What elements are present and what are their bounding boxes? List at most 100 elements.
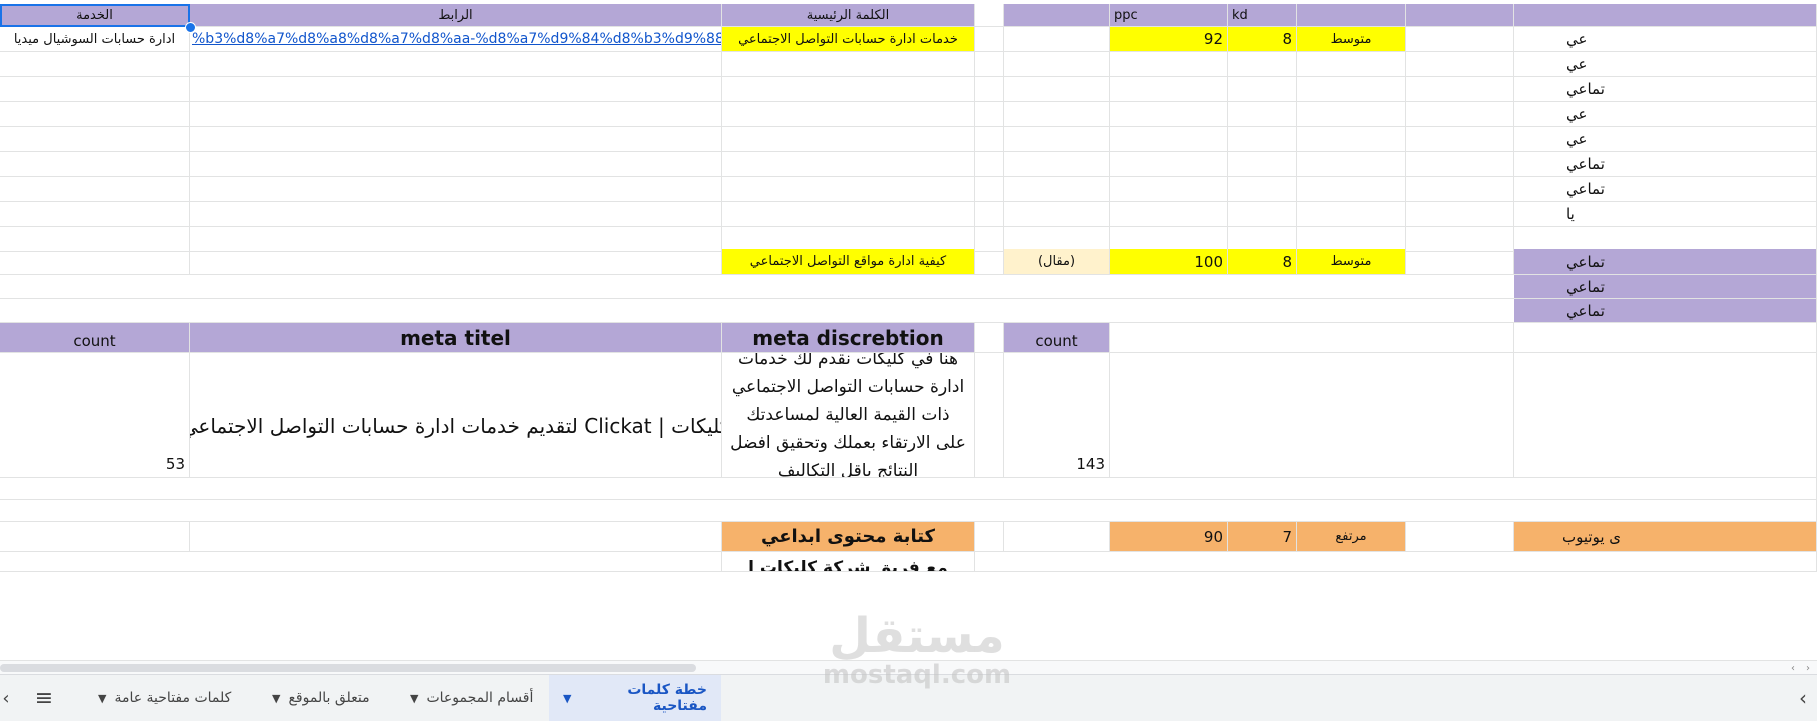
empty-cell[interactable] bbox=[1514, 353, 1817, 478]
edge-text-cell[interactable]: يا bbox=[1514, 202, 1817, 227]
empty-cell[interactable] bbox=[1297, 52, 1406, 77]
empty-cell[interactable] bbox=[722, 102, 975, 127]
empty-cell[interactable] bbox=[722, 152, 975, 177]
kd-cell[interactable]: 8 bbox=[1228, 27, 1297, 52]
service-cell[interactable]: ادارة حسابات السوشيال ميديا bbox=[0, 27, 190, 52]
empty-cell[interactable] bbox=[975, 4, 1004, 27]
empty-cell[interactable] bbox=[190, 522, 722, 552]
spreadsheet-grid[interactable]: الخدمة الرابط الكلمة الرئيسية ppc kd ادا… bbox=[0, 0, 1817, 662]
empty-cell[interactable] bbox=[975, 522, 1004, 552]
meta-description-cell[interactable]: هنا في كليكات نقدم لك خدمات ادارة حسابات… bbox=[722, 353, 975, 478]
tab-general-keywords[interactable]: كلمات مفتاحية عامة ▼ bbox=[84, 675, 245, 721]
empty-cell[interactable] bbox=[190, 177, 722, 202]
empty-cell[interactable] bbox=[975, 552, 1817, 572]
empty-cell[interactable] bbox=[722, 202, 975, 227]
edge-text-cell[interactable]: عي bbox=[1514, 127, 1817, 152]
empty-cell[interactable] bbox=[1228, 202, 1297, 227]
empty-cell[interactable] bbox=[1004, 27, 1110, 52]
empty-cell[interactable] bbox=[190, 152, 722, 177]
header-ppc[interactable]: ppc bbox=[1110, 4, 1228, 27]
empty-cell[interactable] bbox=[1004, 152, 1110, 177]
empty-cell[interactable] bbox=[1110, 353, 1514, 478]
empty-cell[interactable] bbox=[1110, 202, 1228, 227]
empty-cell[interactable] bbox=[1297, 102, 1406, 127]
header-blank-3[interactable] bbox=[1406, 4, 1514, 27]
ppc-cell-3[interactable]: 90 bbox=[1110, 522, 1228, 552]
header-service[interactable]: الخدمة bbox=[0, 4, 190, 27]
empty-cell[interactable] bbox=[0, 249, 190, 275]
empty-cell[interactable] bbox=[0, 552, 722, 572]
empty-cell[interactable] bbox=[1110, 323, 1514, 353]
meta-description-count[interactable]: 143 bbox=[1004, 353, 1110, 478]
meta-count-header[interactable]: count bbox=[0, 323, 190, 353]
empty-cell[interactable] bbox=[1110, 77, 1228, 102]
empty-cell[interactable] bbox=[0, 177, 190, 202]
empty-cell[interactable] bbox=[1406, 152, 1514, 177]
empty-cell[interactable] bbox=[1228, 77, 1297, 102]
empty-cell[interactable] bbox=[0, 102, 190, 127]
empty-cell[interactable] bbox=[1004, 102, 1110, 127]
empty-cell[interactable] bbox=[722, 77, 975, 102]
empty-cell[interactable] bbox=[975, 323, 1004, 353]
empty-cell[interactable] bbox=[1514, 323, 1817, 353]
empty-cell[interactable] bbox=[190, 202, 722, 227]
empty-cell[interactable] bbox=[1228, 127, 1297, 152]
level-cell[interactable]: متوسط bbox=[1297, 27, 1406, 52]
empty-cell[interactable] bbox=[975, 202, 1004, 227]
empty-cell[interactable] bbox=[1406, 52, 1514, 77]
empty-cell[interactable] bbox=[722, 127, 975, 152]
caret-down-icon[interactable]: ▼ bbox=[410, 692, 418, 705]
empty-cell[interactable] bbox=[975, 177, 1004, 202]
level-cell-2[interactable]: متوسط bbox=[1297, 249, 1406, 275]
empty-cell[interactable] bbox=[1406, 522, 1514, 552]
empty-cell[interactable] bbox=[1297, 127, 1406, 152]
empty-cell[interactable] bbox=[1004, 52, 1110, 77]
caret-down-icon[interactable]: ▼ bbox=[563, 692, 571, 705]
scrollbar-thumb[interactable] bbox=[0, 664, 696, 672]
edge-text-cell[interactable]: تماعي bbox=[1514, 275, 1817, 299]
meta-description-header[interactable]: meta discrebtion bbox=[722, 323, 975, 353]
empty-cell[interactable] bbox=[0, 202, 190, 227]
kd-cell-3[interactable]: 7 bbox=[1228, 522, 1297, 552]
empty-cell[interactable] bbox=[975, 102, 1004, 127]
empty-cell[interactable] bbox=[1228, 102, 1297, 127]
header-blank-4[interactable] bbox=[1514, 4, 1817, 27]
empty-row[interactable] bbox=[0, 299, 1514, 323]
empty-cell[interactable] bbox=[1297, 152, 1406, 177]
edge-text-cell[interactable]: تماعي bbox=[1514, 299, 1817, 323]
type-cell[interactable]: (مقال) bbox=[1004, 249, 1110, 275]
link-cell[interactable]: %b3%d8%a7%d8%a8%d8%a7%d8%aa-%d8%a7%d9%84… bbox=[190, 27, 722, 52]
empty-cell[interactable] bbox=[190, 102, 722, 127]
content-partial-cell[interactable]: مع فريق شركة كليكات ا bbox=[722, 552, 975, 572]
edge-text-cell[interactable]: عي bbox=[1514, 27, 1817, 52]
empty-cell[interactable] bbox=[190, 249, 722, 275]
empty-cell[interactable] bbox=[975, 249, 1004, 275]
empty-cell[interactable] bbox=[1004, 522, 1110, 552]
empty-cell[interactable] bbox=[190, 52, 722, 77]
header-kd[interactable]: kd bbox=[1228, 4, 1297, 27]
empty-cell[interactable] bbox=[1406, 249, 1514, 275]
meta-title-header[interactable]: meta titel bbox=[190, 323, 722, 353]
empty-cell[interactable] bbox=[1228, 52, 1297, 77]
empty-cell[interactable] bbox=[0, 77, 190, 102]
empty-cell[interactable] bbox=[975, 77, 1004, 102]
scroll-left-icon[interactable]: ‹ bbox=[1786, 661, 1800, 675]
empty-cell[interactable] bbox=[190, 77, 722, 102]
edge-text-cell[interactable]: ى يوتيوب bbox=[1514, 522, 1817, 552]
header-main-keyword[interactable]: الكلمة الرئيسية bbox=[722, 4, 975, 27]
empty-cell[interactable] bbox=[1406, 77, 1514, 102]
empty-cell[interactable] bbox=[1406, 27, 1514, 52]
empty-cell[interactable] bbox=[1110, 127, 1228, 152]
empty-cell[interactable] bbox=[0, 522, 190, 552]
kd-cell-2[interactable]: 8 bbox=[1228, 249, 1297, 275]
tab-site-related[interactable]: متعلق بالموقع ▼ bbox=[258, 675, 384, 721]
empty-cell[interactable] bbox=[1297, 77, 1406, 102]
empty-cell[interactable] bbox=[1110, 177, 1228, 202]
empty-cell[interactable] bbox=[1406, 127, 1514, 152]
edge-text-cell[interactable]: عي bbox=[1514, 52, 1817, 77]
tab-group-sections[interactable]: أقسام المجموعات ▼ bbox=[396, 675, 547, 721]
edge-text-cell[interactable]: تماعي bbox=[1514, 177, 1817, 202]
empty-cell[interactable] bbox=[0, 152, 190, 177]
empty-cell[interactable] bbox=[722, 52, 975, 77]
empty-cell[interactable] bbox=[1004, 77, 1110, 102]
